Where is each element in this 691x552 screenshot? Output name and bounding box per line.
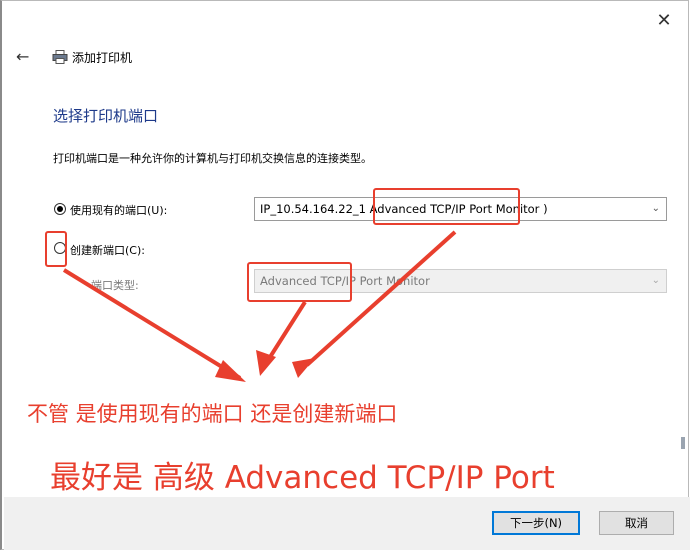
- dialog-title: 添加打印机: [72, 51, 133, 65]
- use-existing-port-radio[interactable]: [54, 203, 66, 215]
- port-type-label: 端口类型:: [91, 279, 139, 292]
- page-heading: 选择打印机端口: [53, 107, 159, 125]
- annotation-note-line1: 不管 是使用现有的端口 还是创建新端口: [27, 402, 398, 426]
- next-button[interactable]: 下一步(N): [492, 511, 580, 535]
- background-window-edge: [681, 437, 685, 449]
- annotation-note-line2: 最好是 高级 Advanced TCP/IP Port: [50, 460, 555, 496]
- annotation-box-port-type: [247, 262, 352, 302]
- page-description: 打印机端口是一种允许你的计算机与打印机交换信息的连接类型。: [53, 152, 372, 165]
- close-button[interactable]: ✕: [654, 11, 674, 31]
- create-new-port-label[interactable]: 创建新端口(C):: [70, 242, 145, 258]
- back-arrow-icon[interactable]: ←: [16, 47, 29, 66]
- printer-icon: [52, 50, 68, 64]
- annotation-box-create-radio: [45, 231, 67, 267]
- dialog-footer: [4, 497, 690, 550]
- chevron-down-icon: ⌄: [651, 203, 660, 214]
- cancel-button[interactable]: 取消: [599, 511, 674, 535]
- use-existing-port-label[interactable]: 使用现有的端口(U):: [70, 202, 167, 218]
- annotation-box-existing-port-type: [373, 188, 520, 225]
- chevron-down-icon: ⌄: [651, 275, 660, 286]
